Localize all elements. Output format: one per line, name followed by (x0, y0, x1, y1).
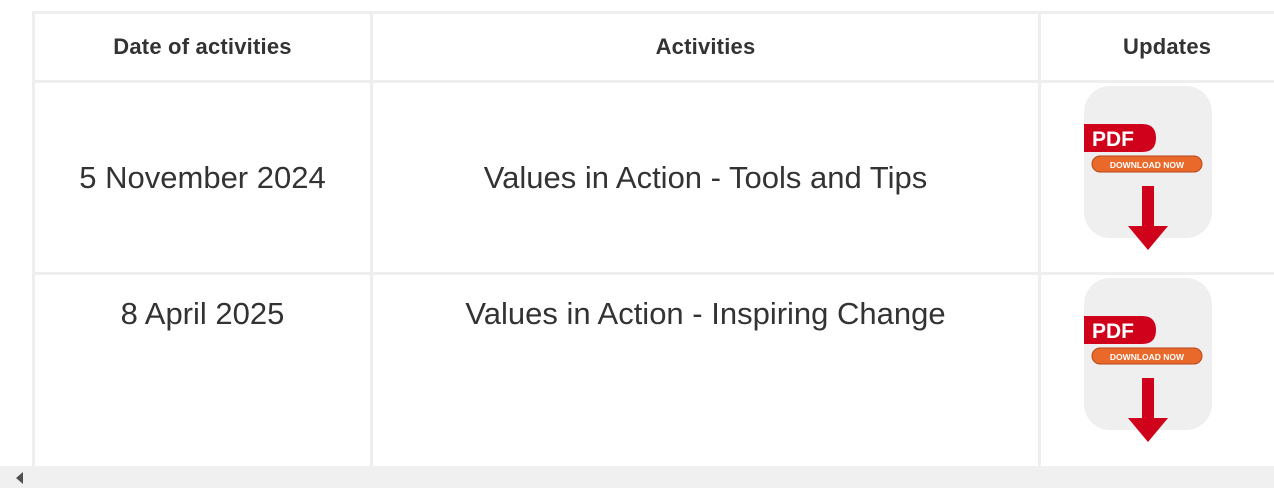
date-cell: 5 November 2024 (32, 80, 373, 275)
scrollbar-track[interactable] (34, 466, 1274, 488)
table-header-row: Date of activities Activities Updates (32, 11, 1274, 83)
activity-text: Values in Action - Tools and Tips (483, 159, 928, 195)
header-date: Date of activities (32, 11, 373, 83)
activities-table: Date of activities Activities Updates 5 … (32, 11, 1274, 486)
pdf-download-icon[interactable]: PDF DOWNLOAD NOW (1084, 86, 1212, 262)
activity-text: Values in Action - Inspiring Change (465, 296, 946, 331)
horizontal-scrollbar[interactable] (0, 466, 1274, 488)
pdf-badge-label: PDF (1092, 128, 1134, 151)
download-now-label: DOWNLOAD NOW (1110, 352, 1185, 362)
page: Date of activities Activities Updates 5 … (0, 0, 1274, 488)
pdf-download-icon[interactable]: PDF DOWNLOAD NOW (1084, 278, 1212, 454)
header-updates-label: Updates (1123, 34, 1212, 59)
date-cell: 8 April 2025 (32, 272, 373, 486)
download-arrow-shaft (1142, 378, 1154, 422)
activity-cell: Values in Action - Tools and Tips (370, 80, 1041, 275)
download-now-label: DOWNLOAD NOW (1110, 160, 1185, 170)
update-cell: PDF DOWNLOAD NOW (1038, 80, 1274, 275)
table-row: 5 November 2024 Values in Action - Tools… (32, 80, 1274, 275)
date-text: 8 April 2025 (120, 296, 285, 331)
header-updates: Updates (1038, 11, 1274, 83)
pdf-badge-label: PDF (1092, 320, 1134, 343)
activity-cell: Values in Action - Inspiring Change (370, 272, 1041, 486)
update-cell-inner: PDF DOWNLOAD NOW (1041, 83, 1274, 272)
download-arrow-shaft (1142, 186, 1154, 230)
update-cell-inner: PDF DOWNLOAD NOW (1041, 275, 1274, 462)
update-cell: PDF DOWNLOAD NOW (1038, 272, 1274, 486)
scroll-left-arrow-icon[interactable] (16, 472, 23, 484)
table-row: 8 April 2025 Values in Action - Inspirin… (32, 272, 1274, 486)
date-text: 5 November 2024 (79, 159, 326, 195)
header-activities: Activities (370, 11, 1041, 83)
